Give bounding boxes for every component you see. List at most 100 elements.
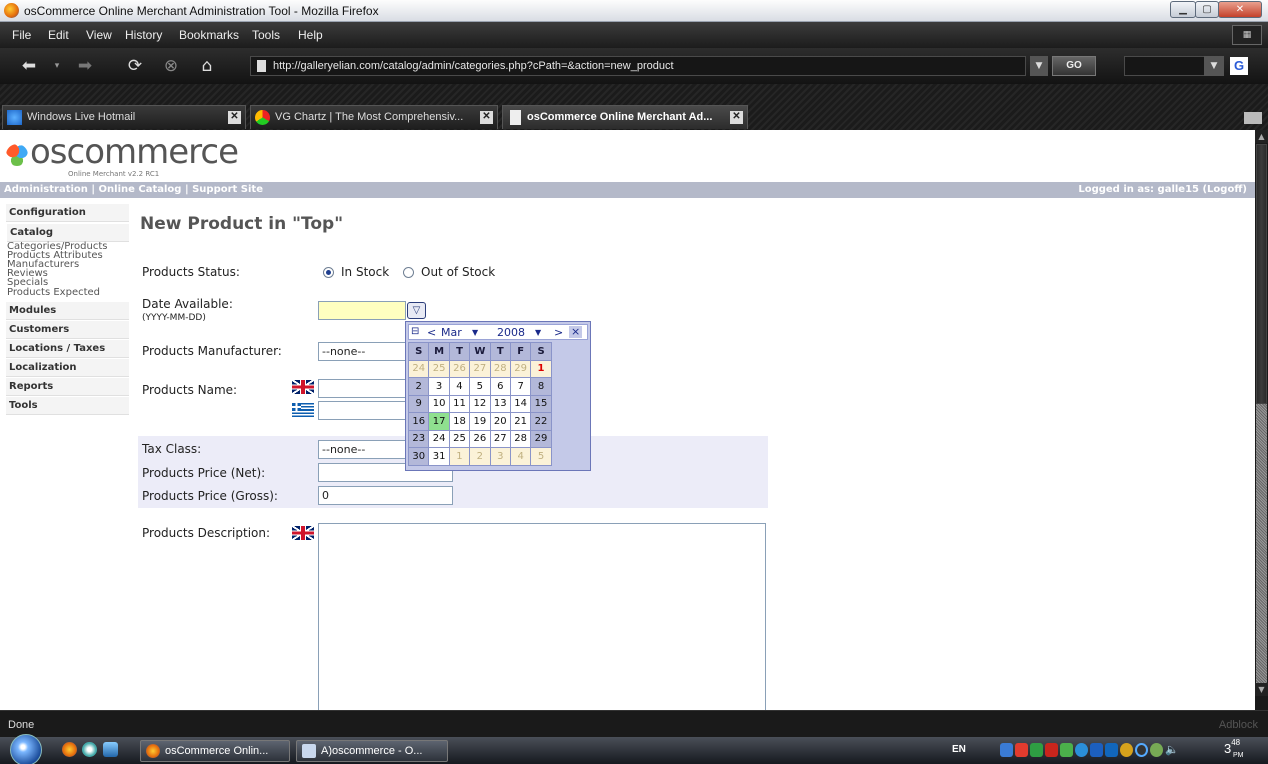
sidebar-item-tools[interactable]: Tools bbox=[6, 397, 129, 415]
calendar-day[interactable]: 18 bbox=[448, 412, 471, 431]
tray-app-icon[interactable] bbox=[1015, 743, 1028, 757]
calendar-day[interactable]: 24 bbox=[428, 429, 450, 448]
tray-app-icon[interactable] bbox=[1045, 743, 1058, 757]
chevron-down-icon[interactable]: ▼ bbox=[535, 328, 541, 337]
calendar-day[interactable]: 8 bbox=[530, 377, 552, 396]
google-icon[interactable]: G bbox=[1230, 57, 1248, 75]
calendar-day[interactable]: 29 bbox=[509, 359, 532, 378]
calendar-day[interactable]: 20 bbox=[489, 412, 511, 431]
back-history-icon[interactable]: ▾ bbox=[50, 53, 64, 79]
close-icon[interactable]: ✕ bbox=[480, 111, 493, 124]
calendar-day[interactable]: 22 bbox=[530, 412, 552, 431]
calendar-day[interactable]: 6 bbox=[489, 377, 511, 396]
calendar-day[interactable]: 3 bbox=[428, 377, 450, 396]
out-of-stock-radio[interactable] bbox=[403, 267, 414, 278]
sidebar-item-locations[interactable]: Locations / Taxes bbox=[6, 340, 129, 358]
calendar-day[interactable]: 5 bbox=[530, 447, 552, 466]
menu-edit[interactable]: Edit bbox=[48, 28, 69, 42]
chevron-down-icon[interactable]: ▼ bbox=[472, 328, 478, 337]
tray-app-icon[interactable] bbox=[1120, 743, 1133, 757]
menu-file[interactable]: File bbox=[12, 28, 31, 42]
search-dropdown-icon[interactable]: ▼ bbox=[1204, 56, 1224, 76]
scroll-track[interactable] bbox=[1256, 404, 1267, 684]
calendar-day[interactable]: 12 bbox=[469, 394, 491, 413]
calendar-day[interactable]: 7 bbox=[509, 377, 532, 396]
calendar-day[interactable]: 19 bbox=[469, 412, 491, 431]
firefox-quicklaunch-icon[interactable] bbox=[62, 742, 77, 757]
calendar-day[interactable]: 11 bbox=[448, 394, 471, 413]
sidebar-item-catalog[interactable]: Catalog bbox=[7, 224, 129, 242]
vertical-scrollbar[interactable]: ▲ ▼ bbox=[1255, 130, 1268, 710]
tray-app-icon[interactable] bbox=[1060, 743, 1073, 757]
price-gross-input[interactable]: 0 bbox=[318, 486, 453, 505]
url-bar[interactable]: http://galleryelian.com/catalog/admin/ca… bbox=[250, 56, 1026, 76]
tab-hotmail[interactable]: Windows Live Hotmail ✕ bbox=[2, 105, 246, 129]
taskbar-firefox-button[interactable]: osCommerce Onlin... bbox=[140, 740, 290, 762]
date-available-input[interactable] bbox=[318, 301, 406, 320]
tray-app-icon[interactable] bbox=[1105, 743, 1118, 757]
forward-icon[interactable]: ➡ bbox=[70, 53, 100, 79]
calendar-day[interactable]: 25 bbox=[428, 359, 450, 378]
start-button[interactable] bbox=[10, 734, 42, 764]
scroll-thumb[interactable] bbox=[1256, 144, 1267, 404]
logged-in-status[interactable]: Logged in as: galle15 (Logoff) bbox=[1078, 184, 1247, 195]
close-icon[interactable]: ✕ bbox=[730, 111, 743, 124]
calendar-day[interactable]: 1 bbox=[448, 447, 471, 466]
link-online-catalog[interactable]: Online Catalog bbox=[99, 184, 182, 195]
calendar-day[interactable]: 4 bbox=[509, 447, 532, 466]
link-administration[interactable]: Administration bbox=[4, 184, 88, 195]
calendar-day[interactable]: 5 bbox=[469, 377, 491, 396]
tab-list-icon[interactable] bbox=[1244, 112, 1262, 124]
go-button[interactable]: GO bbox=[1052, 56, 1096, 76]
sidebar-item-reports[interactable]: Reports bbox=[6, 378, 129, 396]
reload-icon[interactable]: ⟳ bbox=[122, 53, 148, 79]
calendar-month-select[interactable]: Mar bbox=[441, 326, 462, 339]
scroll-up-icon[interactable]: ▲ bbox=[1255, 130, 1268, 143]
sidebar-item-localization[interactable]: Localization bbox=[6, 359, 129, 377]
menu-view[interactable]: View bbox=[86, 28, 112, 42]
calendar-day[interactable]: 2 bbox=[469, 447, 491, 466]
description-textarea[interactable] bbox=[318, 523, 766, 710]
sidebar-link-specials[interactable]: Specials bbox=[7, 278, 129, 288]
calendar-day[interactable]: 31 bbox=[428, 447, 450, 466]
scroll-down-icon[interactable]: ▼ bbox=[1255, 683, 1268, 696]
show-desktop-icon[interactable] bbox=[103, 742, 118, 757]
clock[interactable]: 348 PM bbox=[1224, 738, 1244, 759]
taskbar-explorer-button[interactable]: A)oscommerce - O... bbox=[296, 740, 448, 762]
adblock-label[interactable]: Adblock bbox=[1219, 719, 1258, 731]
out-of-stock-label[interactable]: Out of Stock bbox=[421, 265, 495, 279]
calendar-day[interactable]: 4 bbox=[448, 377, 471, 396]
calendar-day[interactable]: 2 bbox=[407, 377, 430, 396]
stop-icon[interactable]: ⊗ bbox=[158, 53, 184, 79]
calendar-day[interactable]: 15 bbox=[530, 394, 552, 413]
calendar-day[interactable]: 13 bbox=[489, 394, 511, 413]
close-icon[interactable]: ✕ bbox=[228, 111, 241, 124]
url-dropdown-icon[interactable]: ▼ bbox=[1030, 56, 1048, 76]
product-name-gr-input[interactable] bbox=[318, 401, 408, 420]
language-indicator[interactable]: EN bbox=[952, 744, 966, 755]
close-button[interactable]: ✕ bbox=[1218, 1, 1262, 18]
calendar-day[interactable]: 23 bbox=[407, 429, 430, 448]
sidebar-link-products-expected[interactable]: Products Expected bbox=[7, 287, 129, 299]
calendar-day[interactable]: 3 bbox=[489, 447, 511, 466]
calendar-day[interactable]: 26 bbox=[469, 429, 491, 448]
in-stock-label[interactable]: In Stock bbox=[341, 265, 389, 279]
network-icon[interactable] bbox=[1000, 743, 1013, 757]
maximize-button[interactable]: ▢ bbox=[1195, 1, 1219, 18]
sidebar-item-modules[interactable]: Modules bbox=[6, 302, 129, 320]
tray-app-icon[interactable] bbox=[1030, 743, 1043, 757]
calendar-next-button[interactable]: > bbox=[554, 326, 563, 339]
tab-oscommerce[interactable]: osCommerce Online Merchant Ad... ✕ bbox=[502, 105, 748, 129]
tray-app-icon[interactable] bbox=[1150, 743, 1163, 757]
calendar-day[interactable]: 28 bbox=[509, 429, 532, 448]
tax-class-select[interactable]: --none-- bbox=[318, 440, 408, 459]
calendar-day[interactable]: 25 bbox=[448, 429, 471, 448]
calendar-day[interactable]: 9 bbox=[407, 394, 430, 413]
home-icon[interactable]: ⌂ bbox=[194, 53, 220, 79]
link-support-site[interactable]: Support Site bbox=[192, 184, 263, 195]
calendar-today-icon[interactable]: ⊟ bbox=[411, 326, 419, 337]
tray-app-icon[interactable] bbox=[1090, 743, 1103, 757]
tray-app-icon[interactable] bbox=[1135, 743, 1148, 757]
tab-vgchartz[interactable]: VG Chartz | The Most Comprehensiv... ✕ bbox=[250, 105, 498, 129]
in-stock-radio[interactable] bbox=[323, 267, 334, 278]
